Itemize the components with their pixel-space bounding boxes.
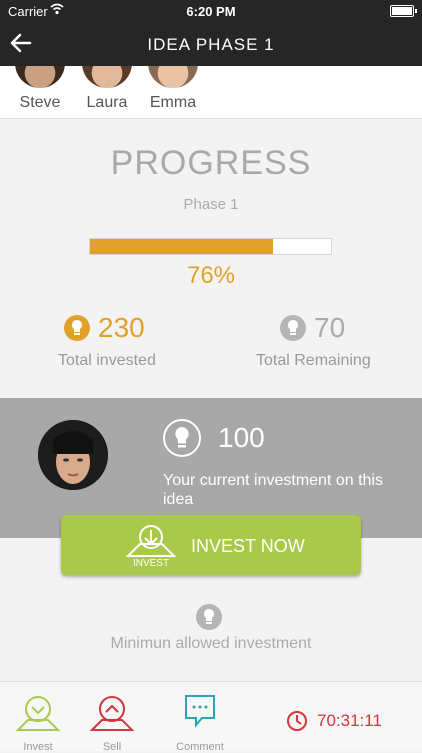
tab-label: Invest: [23, 741, 53, 753]
current-investment-amount: 100: [218, 422, 265, 453]
status-bar: Carrier 6:20 PM: [0, 0, 422, 22]
invest-icon-label: INVEST: [132, 558, 170, 569]
invest-icon: [15, 696, 61, 731]
invested-label: Total invested: [58, 352, 156, 369]
battery-icon: [390, 5, 417, 17]
total-remaining: 70 Total Remaining: [256, 312, 371, 370]
progress-bar-fill: [90, 239, 274, 254]
bottom-tab-bar: Invest Sell Comment 70:31:11: [0, 681, 422, 753]
page-title: IDEA PHASE 1: [147, 35, 275, 54]
current-investment-label: Your current investment on this idea: [163, 472, 383, 508]
timer-value: 70:31:11: [317, 711, 382, 730]
member-steve[interactable]: Steve: [10, 66, 70, 112]
tab-label: Sell: [102, 741, 122, 753]
lightbulb-icon: [163, 419, 201, 457]
tab-sell[interactable]: Sell: [82, 692, 142, 753]
countdown-timer: 70:31:11: [286, 710, 382, 732]
progress-bar: [89, 238, 332, 255]
invested-value: 230: [98, 312, 145, 343]
members-list: Steve Laura Emma: [0, 66, 422, 119]
clock-icon: [287, 711, 307, 731]
invest-now-button[interactable]: INVEST INVEST NOW: [61, 515, 361, 575]
clock: 6:20 PM: [186, 4, 236, 19]
member-name: Emma: [149, 94, 197, 111]
avatar: [38, 420, 108, 490]
invest-now-label: INVEST NOW: [191, 536, 305, 556]
tab-label: Comment: [176, 741, 224, 753]
phase-label: Phase 1: [183, 196, 239, 213]
progress-title: PROGRESS: [110, 144, 312, 182]
minimum-investment-label: Minimun allowed investment: [110, 635, 312, 652]
lightbulb-icon: [280, 315, 306, 341]
comment-icon: [185, 695, 215, 728]
remaining-label: Total Remaining: [256, 352, 371, 369]
remaining-value: 70: [314, 312, 346, 343]
progress-percent: 76%: [186, 262, 236, 289]
navigation-bar: IDEA PHASE 1: [0, 22, 422, 66]
lightbulb-icon: [196, 604, 222, 630]
sell-icon: [89, 696, 135, 731]
lightbulb-icon: [64, 315, 90, 341]
avatar: [82, 66, 132, 88]
tab-invest[interactable]: Invest: [8, 692, 68, 753]
member-name: Laura: [86, 94, 128, 111]
avatar: [148, 66, 198, 88]
tab-comment[interactable]: Comment: [170, 692, 230, 753]
member-name: Steve: [19, 94, 61, 111]
avatar: [15, 66, 65, 88]
member-laura[interactable]: Laura: [77, 66, 137, 112]
member-emma[interactable]: Emma: [143, 66, 203, 112]
total-invested: 230 Total invested: [58, 312, 156, 370]
